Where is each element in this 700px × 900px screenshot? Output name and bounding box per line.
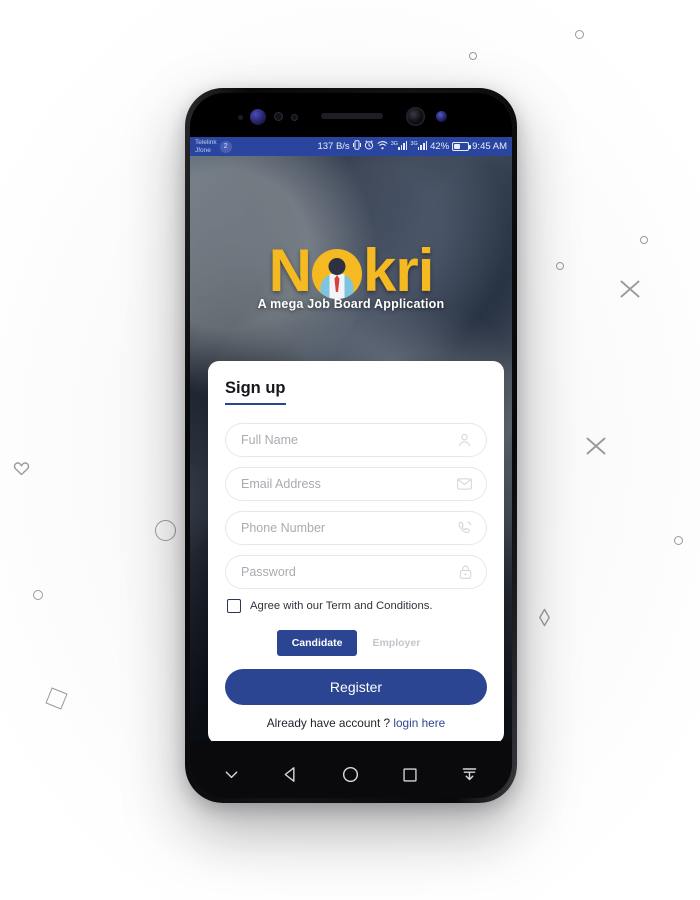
email-placeholder: Email Address [241,477,321,491]
page-root: Telelink Jfone 2 137 B/s 3G 3G 42% 9:45 … [0,0,700,900]
android-nav-bar [190,741,512,798]
download-icon[interactable] [460,765,479,784]
password-placeholder: Password [241,565,296,579]
password-input[interactable]: Password [225,555,487,589]
decoration-cross-icon [618,277,642,301]
user-icon [457,433,472,448]
logo-person-avatar-icon [311,249,362,299]
email-input[interactable]: Email Address [225,467,487,501]
decoration-circle-icon [469,52,477,60]
login-prompt-text: Already have account ? [266,716,391,730]
register-button[interactable]: Register [225,669,487,705]
carrier-2: Jfone [195,146,211,154]
terms-row[interactable]: Agree with our Term and Conditions. [227,599,487,613]
role-candidate-tab[interactable]: Candidate [276,630,358,656]
sensor-dot-icon [238,115,243,120]
phone-screen-area: Telelink Jfone 2 137 B/s 3G 3G 42% 9:45 … [190,93,512,798]
page-title: Sign up [225,379,286,405]
carrier-labels: Telelink Jfone [195,139,217,155]
battery-icon [452,142,472,151]
phone-top-bezel [190,93,512,137]
login-link[interactable]: login here [393,716,445,730]
decoration-circle-icon [33,590,43,600]
wifi-icon [377,140,388,153]
signup-card: Sign up Full Name Email Address Phone Nu… [208,361,504,741]
app-screen: Telelink Jfone 2 137 B/s 3G 3G 42% 9:45 … [190,137,512,741]
keyboard-hide-icon[interactable] [223,766,240,783]
decoration-circle-icon [575,30,584,39]
sim-badge: 2 [219,140,232,153]
signal-bars-icon-2: 3G [410,140,428,153]
decoration-circle-icon [674,536,683,545]
signal-bars-icon-1: 3G [391,140,408,153]
decoration-cross-icon [584,434,608,458]
proximity-sensor-icon [274,112,283,121]
status-bar-left: Telelink Jfone 2 [195,139,232,155]
terms-label: Agree with our Term and Conditions. [250,600,433,612]
decoration-diamond-icon [538,608,551,632]
status-bar-right: 137 B/s 3G 3G 42% 9:45 AM [317,140,507,153]
decoration-circle-icon [640,236,648,244]
login-prompt: Already have account ? login here [225,716,487,730]
iris-scanner-icon [250,109,266,125]
decoration-circle-icon [155,520,176,541]
logo-text-pre: N [268,237,312,304]
light-sensor-icon [291,114,298,121]
home-icon[interactable] [341,765,360,784]
full-name-input[interactable]: Full Name [225,423,487,457]
android-status-bar: Telelink Jfone 2 137 B/s 3G 3G 42% 9:45 … [190,137,512,156]
full-name-placeholder: Full Name [241,433,298,447]
alarm-icon [364,140,374,153]
app-logo: N kri A mega Job Board Application [190,237,512,312]
lock-icon [459,565,472,580]
carrier-1: Telelink [195,138,217,146]
front-camera-icon [406,107,425,126]
decoration-heart-icon [13,461,30,476]
envelope-icon [457,478,472,491]
phone-input[interactable]: Phone Number [225,511,487,545]
vibrate-icon [352,140,361,153]
logo-text-post: kri [362,237,434,304]
recents-icon[interactable] [401,766,419,784]
decoration-square-icon [45,687,68,710]
decoration-circle-icon [556,262,564,270]
phone-placeholder: Phone Number [241,521,326,535]
clock-text: 9:45 AM [472,141,507,152]
app-tagline: A mega Job Board Application [257,297,445,311]
logo-text: N kri [268,237,435,304]
back-icon[interactable] [281,765,300,784]
notification-led-icon [436,111,447,122]
earpiece-speaker [321,113,383,119]
role-employer-tab[interactable]: Employer [357,630,435,656]
phone-device: Telelink Jfone 2 137 B/s 3G 3G 42% 9:45 … [185,88,517,803]
phone-icon [457,521,472,536]
data-rate-text: 137 B/s [317,141,350,152]
terms-checkbox[interactable] [227,599,241,613]
battery-percent-text: 42% [430,141,450,152]
role-toggle: Candidate Employer [225,630,487,656]
